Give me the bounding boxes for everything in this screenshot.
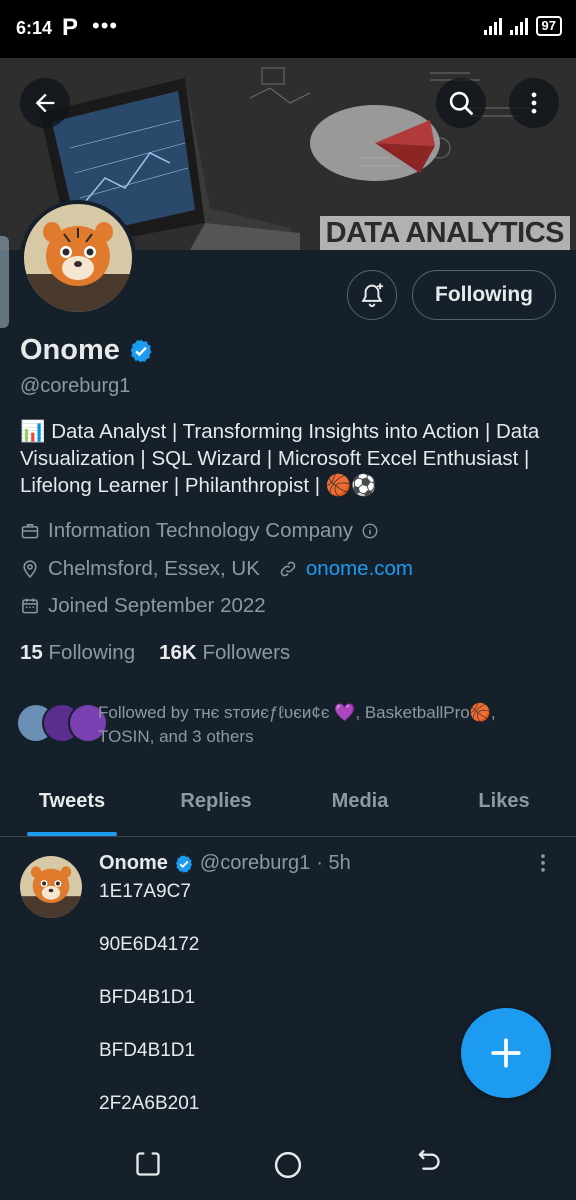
compose-tweet-button[interactable] bbox=[461, 1008, 551, 1098]
signal-icon bbox=[483, 17, 502, 35]
status-bar: 6:14 P ••• 97 bbox=[0, 0, 576, 58]
status-time: 6:14 bbox=[16, 18, 53, 38]
tweet-line: 1E17A9C7 bbox=[99, 881, 191, 902]
battery-icon: 97 bbox=[535, 16, 562, 36]
notifications-bell-button[interactable] bbox=[347, 270, 397, 320]
profile-tabs: Tweets Replies Media Likes bbox=[0, 772, 576, 837]
recents-icon[interactable] bbox=[134, 1150, 162, 1178]
tab-replies[interactable]: Replies bbox=[144, 772, 288, 836]
tweet-time: · 5h bbox=[316, 852, 351, 874]
profile-category: Information Technology Company bbox=[48, 519, 354, 542]
plus-icon bbox=[491, 1038, 521, 1068]
profile-bio: 📊 Data Analyst | Transforming Insights i… bbox=[20, 420, 540, 497]
profile-name-row: Onome bbox=[20, 334, 154, 367]
tab-tweets[interactable]: Tweets bbox=[0, 772, 144, 836]
search-icon bbox=[449, 91, 473, 115]
more-vertical-icon bbox=[541, 854, 545, 872]
tab-media[interactable]: Media bbox=[288, 772, 432, 836]
tweet-line: BFD4B1D1 bbox=[99, 987, 196, 1008]
profile-location-row: Chelmsford, Essex, UK onome.com bbox=[20, 557, 413, 581]
followed-by-text: Followed by ᴛнє ѕтσиєƒℓυєи¢є 💜, Basketba… bbox=[98, 703, 496, 746]
tweet-line: 90E6D4172 bbox=[99, 934, 200, 955]
profile-handle: @coreburg1 bbox=[20, 375, 131, 397]
info-icon[interactable] bbox=[361, 522, 379, 540]
search-button[interactable] bbox=[436, 78, 486, 128]
profile-joined-row: Joined September 2022 bbox=[20, 594, 266, 618]
home-circle-icon[interactable] bbox=[273, 1150, 303, 1180]
banner-title: DATA ANALYTICS bbox=[319, 216, 570, 250]
notification-dots: ••• bbox=[92, 13, 119, 38]
verified-badge-icon bbox=[175, 854, 192, 873]
location-pin-icon bbox=[23, 560, 37, 578]
followers-label: Followers bbox=[202, 641, 291, 664]
following-button[interactable]: Following bbox=[412, 270, 556, 320]
tweet-author-avatar[interactable] bbox=[20, 856, 82, 918]
more-vertical-icon bbox=[531, 92, 537, 114]
tiger-avatar-image bbox=[24, 204, 132, 312]
followers-count: 16K bbox=[159, 641, 197, 664]
calendar-icon bbox=[22, 598, 38, 614]
tweet-author-name[interactable]: Onome bbox=[99, 852, 168, 875]
following-label: Following bbox=[48, 641, 136, 664]
profile-joined-date: Joined September 2022 bbox=[48, 594, 266, 617]
profile-location: Chelmsford, Essex, UK bbox=[48, 557, 260, 580]
follow-counts: 15 Following 16K Followers bbox=[20, 641, 290, 665]
briefcase-icon bbox=[21, 524, 39, 539]
more-options-button[interactable] bbox=[509, 78, 559, 128]
tweet-more-button[interactable] bbox=[532, 852, 554, 879]
tab-likes[interactable]: Likes bbox=[432, 772, 576, 836]
followers-count-link[interactable]: 16K Followers bbox=[159, 641, 290, 665]
tweet-line: BFD4B1D1 bbox=[99, 1040, 196, 1061]
back-nav-icon[interactable] bbox=[414, 1150, 442, 1178]
following-count-link[interactable]: 15 Following bbox=[20, 641, 135, 665]
signal-2-icon bbox=[509, 17, 528, 35]
verified-badge-icon[interactable] bbox=[128, 338, 154, 364]
tweet-text[interactable]: 1E17A9C7 90E6D4172 BFD4B1D1 BFD4B1D1 2F2… bbox=[99, 880, 199, 1145]
tiger-avatar-image bbox=[20, 856, 82, 918]
back-button[interactable] bbox=[20, 78, 70, 128]
system-navigation-bar bbox=[0, 1124, 576, 1200]
profile-name: Onome bbox=[20, 334, 120, 366]
tweet-author-handle: @coreburg1 bbox=[199, 852, 311, 874]
notification-app-icon: P bbox=[62, 14, 79, 41]
tweet-header: Onome @coreburg1 · 5h bbox=[99, 852, 351, 875]
link-icon bbox=[280, 561, 296, 577]
following-count: 15 bbox=[20, 641, 43, 664]
profile-category-row: Information Technology Company bbox=[20, 519, 379, 543]
profile-website-link[interactable]: onome.com bbox=[306, 557, 413, 581]
bell-plus-icon bbox=[361, 283, 384, 308]
edge-panel-handle[interactable] bbox=[0, 236, 9, 328]
arrow-left-icon bbox=[35, 93, 55, 113]
profile-avatar[interactable] bbox=[20, 200, 136, 316]
